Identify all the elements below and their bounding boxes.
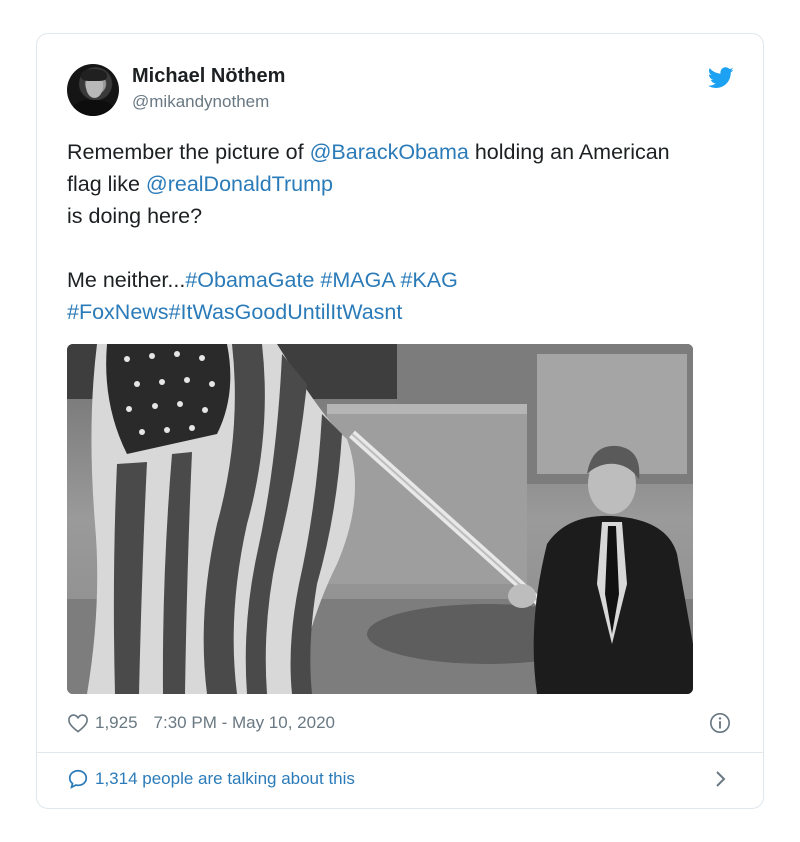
text-segment: holding an American: [468, 140, 670, 164]
hashtag-kag[interactable]: #KAG: [400, 268, 457, 292]
text-segment: Me neither...: [67, 268, 186, 292]
info-icon[interactable]: [709, 712, 731, 734]
author-handle[interactable]: @mikandynothem: [132, 92, 269, 112]
tweet-meta: 1,925 7:30 PM - May 10, 2020: [67, 708, 335, 738]
chevron-right-icon[interactable]: [713, 768, 729, 790]
reply-bubble-icon: [68, 769, 88, 789]
talking-count-label[interactable]: 1,314 people are talking about this: [95, 769, 355, 789]
author-name[interactable]: Michael Nöthem: [132, 65, 285, 88]
hashtag-foxnews[interactable]: #FoxNews: [67, 300, 169, 324]
mention-realdonaldtrump[interactable]: @realDonaldTrump: [146, 172, 333, 196]
mention-barackobama[interactable]: @BarackObama: [310, 140, 469, 164]
like-count[interactable]: 1,925: [95, 713, 138, 733]
conversation-link[interactable]: 1,314 people are talking about this: [67, 764, 355, 794]
text-segment: is doing here?: [67, 204, 203, 228]
hashtag-obamagate[interactable]: #ObamaGate: [185, 268, 314, 292]
hashtag-maga[interactable]: #MAGA: [320, 268, 394, 292]
timestamp[interactable]: 7:30 PM - May 10, 2020: [154, 713, 335, 733]
tweet-photo[interactable]: [67, 344, 693, 694]
heart-icon[interactable]: [67, 713, 89, 733]
avatar[interactable]: [67, 64, 119, 116]
text-segment: flag like: [67, 172, 146, 196]
photo-flag-scene: [67, 344, 693, 694]
hashtag-itwasgooduntilitwasnt[interactable]: #ItWasGoodUntilItWasnt: [169, 300, 403, 324]
divider: [37, 752, 763, 753]
twitter-bird-icon[interactable]: [708, 67, 734, 89]
text-segment: Remember the picture of: [67, 140, 310, 164]
tweet-text: Remember the picture of @BarackObama hol…: [67, 136, 737, 328]
tweet-card: Michael Nöthem @mikandynothem Remember t…: [36, 33, 764, 809]
